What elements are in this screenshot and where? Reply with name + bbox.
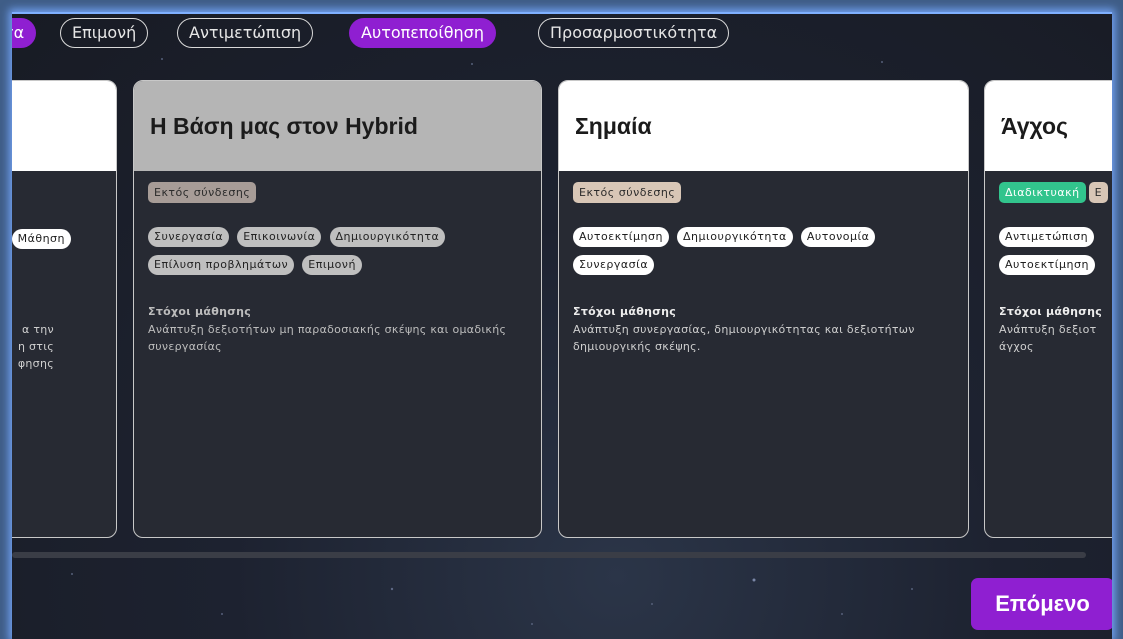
filter-chip-self-confidence[interactable]: Αυτοπεποίθηση <box>349 18 496 48</box>
skill-tag: Επίλυση προβλημάτων <box>148 255 295 275</box>
app-frame: τα Επιμονή Αντιμετώπιση Αυτοπεποίθηση Πρ… <box>12 12 1112 639</box>
card-goals-text-line: α την <box>22 323 54 336</box>
skill-tag: Αυτονομία <box>800 227 876 247</box>
card-title <box>12 81 116 171</box>
card-title: Άγχος <box>985 81 1112 171</box>
mode-badge-offline: Ε <box>1088 182 1109 203</box>
mode-badge-online: Διαδικτυακή <box>999 182 1086 203</box>
horizontal-scrollbar[interactable] <box>12 552 1086 558</box>
card-goals-label: Στόχοι μάθησης <box>573 305 677 318</box>
skill-tag: Δημιουργικότητα <box>677 227 793 247</box>
filter-chip-adaptability[interactable]: Προσαρμοστικότητα <box>538 18 730 48</box>
filter-chip-coping[interactable]: Αντιμετώπιση <box>177 18 314 48</box>
filter-chip-persistence[interactable]: Επιμονή <box>60 18 149 48</box>
card-goals-text: Ανάπτυξη δεξιοτ άγχος <box>999 323 1097 353</box>
skill-tag: Συνεργασία <box>148 227 230 247</box>
skill-tag: Δημιουργικότητα <box>329 227 446 247</box>
next-button[interactable]: Επόμενο <box>971 578 1112 630</box>
card-goals-text: Ανάπτυξη συνεργασίας, δημιουργικότητας κ… <box>573 323 915 353</box>
card-title: Σημαία <box>559 81 968 171</box>
skill-tag: Μάθηση <box>12 229 71 249</box>
mode-badge-offline: Εκτός σύνδεσης <box>573 182 682 203</box>
activity-card[interactable]: Σημαία Εκτός σύνδεσης Αυτοεκτίμηση Δημιο… <box>558 80 969 538</box>
card-goals-text-line: η στις <box>17 340 54 353</box>
card-goals-text: Ανάπτυξη δεξιοτήτων μη παραδοσιακής σκέψ… <box>148 323 507 353</box>
activity-card[interactable]: Άγχος Διαδικτυακή Ε Αντιμετώπιση Αυτοεκτί… <box>984 80 1112 538</box>
card-goals-label: Στόχοι μάθησης <box>999 305 1103 318</box>
card-goals-label: Στόχοι μάθησης <box>148 305 252 318</box>
card-title: Η Βάση μας στον Hybrid <box>134 81 541 171</box>
card-goals-text-line: φησης <box>17 357 54 370</box>
skill-tag: Επικοινωνία <box>237 227 322 247</box>
skill-tag: Επιμονή <box>302 255 362 275</box>
skill-tag: Αυτοεκτίμηση <box>999 255 1095 275</box>
skill-tag: Συνεργασία <box>573 255 655 275</box>
activity-card[interactable]: Η Βάση μας στον Hybrid Εκτός σύνδεσης Συ… <box>133 80 542 538</box>
skill-tag: Αυτοεκτίμηση <box>573 227 669 247</box>
skill-tag: Αντιμετώπιση <box>999 227 1095 247</box>
mode-badge-offline: Εκτός σύνδεσης <box>148 182 257 203</box>
activity-card[interactable]: Μάθηση α την η στις φησης <box>12 80 117 538</box>
